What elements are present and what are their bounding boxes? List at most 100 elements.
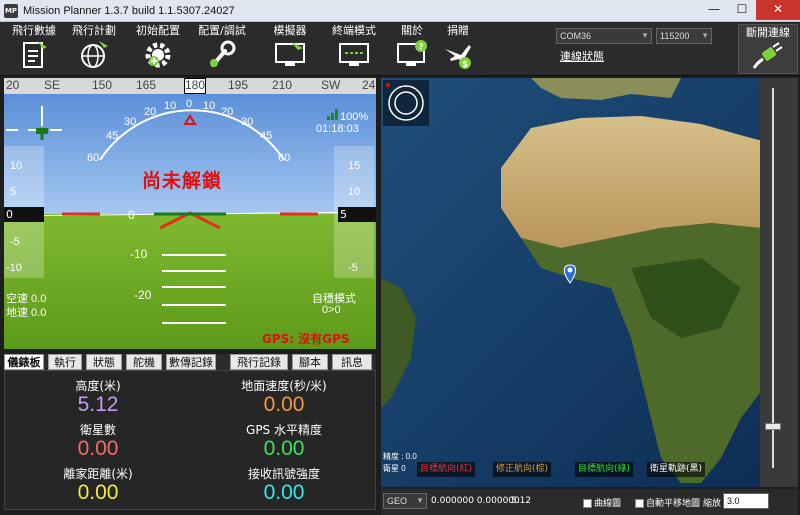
simulator-icon [275,42,305,66]
tab-dataflash-logs[interactable]: 飛行記錄 [230,354,288,370]
config-tuning-label: 配置/調試 [198,24,246,37]
close-button[interactable]: ✕ [756,0,800,20]
satcount-value: 0.00 [77,437,119,460]
flight-data-button[interactable]: 飛行數據 [2,24,66,74]
pitch-line [162,286,226,288]
altitude-label: 高度(米) [75,379,121,393]
minimize-button[interactable]: — [700,0,728,20]
flight-data-icon [23,41,47,68]
port-select[interactable]: COM36 ▼ [556,28,652,44]
simulator-button[interactable]: 模擬器 [258,24,322,74]
heading-tick: 24 [362,78,376,92]
groundspeed-label: 地面速度(秒/米) [241,379,327,393]
pitch-line [162,254,226,256]
baud-value: 115200 [660,31,690,41]
graph-label: 曲線圖 [594,499,622,509]
baud-select[interactable]: 115200 ▼ [656,28,712,44]
map-accuracy: 精度 : 0.0 [383,452,417,461]
flight-data-label: 飛行數據 [12,24,56,37]
coord-system-select[interactable]: GEO ▼ [383,493,427,509]
legend-target-course: 目標航向(綠) [575,462,634,477]
dist-home-value: 0.00 [77,481,119,504]
tab-status[interactable]: 狀態 [86,354,122,370]
disconnect-button[interactable]: 斷開連線 [738,24,798,74]
tab-actions[interactable]: 執行 [48,354,82,370]
initial-setup-label: 初始配置 [136,24,180,37]
window-title: Mission Planner 1.3.7 build 1.1.5307.240… [23,4,235,17]
altitude-tick: 15 [348,160,361,172]
heading-tick: 210 [272,78,293,92]
graph-toggle[interactable]: 曲線圖 [583,496,621,509]
donate-label: 捐贈 [447,24,469,37]
zoom-slider[interactable] [760,78,798,487]
heading-tape: 20 SE 150 165 180 195 210 SW 24 [4,78,376,94]
initial-setup-button[interactable]: 初始配置 [126,24,190,74]
zoom-track [772,88,774,468]
graph-checkbox[interactable] [583,499,592,508]
map-altitude: 5.12 [511,496,532,506]
link-stats-link[interactable]: 連線狀態 [560,48,604,64]
window-controls: — ☐ ✕ [700,0,800,20]
legend-nav-bearing: 修正航向(棕) [493,462,552,477]
maximize-button[interactable]: ☐ [728,0,756,20]
svg-text:?: ? [419,43,424,53]
app-icon: MP [4,3,18,18]
heading-tick: 20 [6,78,20,92]
autopan-label: 自動平移地圖 [646,499,701,509]
flight-plan-icon [81,41,108,68]
roll-label: 30 [241,116,254,128]
roll-label: 0 [186,98,193,110]
flight-plan-button[interactable]: 飛行計劃 [62,24,126,74]
map-legend: 目標航向(紅) 修正航向(棕) 目標航向(綠) 衛星軌跡(黑) [381,462,753,478]
speed-tick: -10 [6,262,22,274]
donate-button[interactable]: 捐贈 $ [426,24,490,74]
roll-label: 20 [144,106,157,118]
title-bar: MP Mission Planner 1.3.7 build 1.1.5307.… [0,0,800,22]
svg-text:$: $ [462,60,468,70]
pitch-label: -10 [130,247,148,261]
tab-tlogs[interactable]: 數傳記錄 [166,354,216,370]
initial-setup-icon [145,42,171,68]
pitch-line [162,322,226,324]
terminal-button[interactable]: 終端模式 [322,24,386,74]
altitude-tick: -5 [348,262,358,274]
tab-quick[interactable]: 儀錶板 [4,354,44,370]
legend-target-heading: 目標航向(紅) [417,462,476,477]
tab-scripts[interactable]: 腳本 [292,354,328,370]
satellite-map [381,78,798,487]
rssi-value: 0.00 [263,481,305,504]
tab-servo[interactable]: 舵機 [126,354,162,370]
map-coordinates: 0.000000 0.000000 [431,496,520,506]
autopan-checkbox[interactable] [635,499,644,508]
rssi-label: 接收訊號強度 [247,467,320,481]
data-tabs: 儀錶板 執行 狀態 舵機 數傳記錄 飛行記錄 腳本 訊息 [4,354,376,370]
roll-label: 10 [164,100,177,112]
config-tuning-icon [210,40,236,67]
heading-tick: SW [321,78,341,92]
pitch-label: -20 [134,288,152,302]
autopan-toggle[interactable]: 自動平移地圖 [635,496,700,509]
chevron-down-icon: ▼ [416,496,424,505]
pitch-line [162,304,226,306]
altitude-value-box: 5 [338,207,376,222]
terminal-icon [339,43,369,66]
map-view[interactable]: 精度 : 0.0 衛星 0 [381,78,798,487]
zoom-thumb[interactable] [765,423,781,430]
zoom-label: 縮放 [703,499,722,509]
heading-tick: 150 [92,78,113,92]
roll-label: 10 [203,100,216,112]
armed-status: 尚未解鎖 [142,170,223,192]
roll-label: 20 [221,106,234,118]
plug-icon [752,42,783,69]
pitch-line [162,270,226,272]
config-tuning-button[interactable]: 配置/調試 [190,24,254,74]
pitch-label: 0 [128,208,135,222]
hud-display: 60 45 30 20 10 0 10 20 30 45 60 100% 01:… [4,94,376,349]
roll-label: 45 [260,130,273,142]
tab-messages[interactable]: 訊息 [332,354,372,370]
zoom-input[interactable]: 3.0 [723,493,769,509]
port-value: COM36 [560,31,592,41]
heading-tick: 180 [185,78,206,92]
donate-icon: $ [445,45,471,70]
speed-tick: 10 [10,160,23,172]
